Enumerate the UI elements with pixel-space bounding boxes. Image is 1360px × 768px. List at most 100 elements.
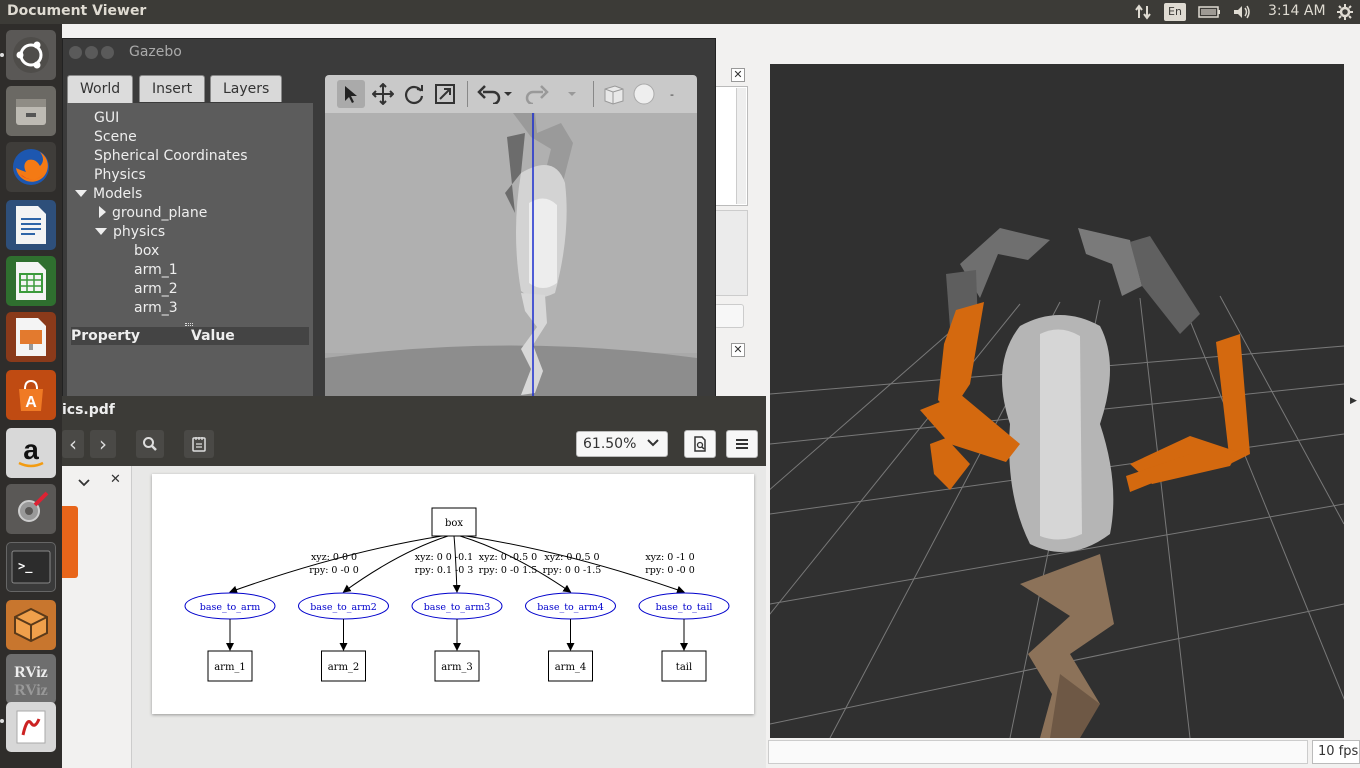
panel-button[interactable] bbox=[714, 304, 744, 328]
next-page-button[interactable]: › bbox=[90, 430, 116, 458]
document-title: ics.pdf bbox=[62, 402, 115, 418]
firefox-icon[interactable] bbox=[6, 142, 56, 192]
calc-icon[interactable] bbox=[6, 256, 56, 306]
joint-rpy-label: rpy: 0 -0 0 bbox=[645, 565, 695, 576]
rotate-icon[interactable] bbox=[400, 80, 428, 108]
battery-icon[interactable] bbox=[1198, 3, 1222, 25]
volume-icon[interactable] bbox=[1232, 3, 1252, 25]
page-view-icon[interactable] bbox=[684, 430, 716, 458]
menu-icon[interactable] bbox=[726, 430, 758, 458]
page-thumbnail[interactable] bbox=[62, 506, 78, 578]
gray-body bbox=[1002, 315, 1114, 552]
tree-item-arm-3[interactable]: arm_3 bbox=[134, 299, 178, 318]
graph-edge bbox=[465, 535, 685, 594]
tree-item-arm-1[interactable]: arm_1 bbox=[134, 261, 178, 280]
search-icon[interactable] bbox=[136, 430, 164, 458]
undo-dropdown-icon[interactable] bbox=[501, 80, 515, 108]
network-icon[interactable] bbox=[1134, 3, 1152, 25]
tree-item-ground-plane[interactable]: ground_plane bbox=[99, 204, 207, 223]
zoom-select[interactable]: 61.50% bbox=[576, 431, 668, 457]
joint-rpy-label: rpy: 0 -0 0 bbox=[309, 565, 359, 576]
sublime-box-icon[interactable] bbox=[6, 600, 56, 650]
toolbar-divider bbox=[593, 81, 594, 107]
document-viewer-window: ics.pdf ‹ › 61.50% ✕ box xyz: 0 0 0 rpy:… bbox=[62, 396, 766, 768]
translate-icon[interactable] bbox=[369, 80, 397, 108]
joint-node-label: base_to_arm4 bbox=[537, 602, 604, 613]
gazebo-titlebar[interactable]: Gazebo bbox=[63, 39, 715, 65]
redo-icon[interactable] bbox=[523, 80, 551, 108]
close-button[interactable] bbox=[69, 46, 82, 59]
chevron-down-icon[interactable] bbox=[78, 476, 90, 491]
minimize-button[interactable] bbox=[85, 46, 98, 59]
rviz-scene bbox=[770, 228, 1344, 738]
document-viewer-icon[interactable] bbox=[6, 702, 56, 752]
document-canvas[interactable]: box xyz: 0 0 0 rpy: 0 -0 0 base_to_arm arm_1… bbox=[132, 466, 766, 768]
expand-arrow-icon[interactable] bbox=[95, 228, 107, 235]
select-arrow-icon[interactable] bbox=[337, 80, 365, 108]
system-settings-icon[interactable] bbox=[6, 484, 56, 534]
launcher: A a >_ RViz RViz bbox=[0, 24, 62, 768]
joint-node-label: base_to_arm bbox=[200, 602, 261, 613]
sidebar: ✕ bbox=[62, 466, 132, 768]
tree-item-physics-model[interactable]: physics bbox=[95, 223, 165, 242]
redo-dropdown-icon[interactable] bbox=[565, 80, 579, 108]
gazebo-scene bbox=[325, 113, 697, 399]
tab-world[interactable]: World bbox=[67, 75, 134, 104]
property-column-header: Property bbox=[71, 328, 141, 344]
close-icon[interactable]: ✕ bbox=[731, 343, 745, 357]
expand-arrow-icon[interactable]: ▶ bbox=[1350, 396, 1357, 406]
tree-item-spherical-coordinates[interactable]: Spherical Coordinates bbox=[94, 147, 248, 166]
child-node-label: tail bbox=[676, 662, 692, 673]
ubuntu-dash-icon[interactable] bbox=[6, 30, 56, 80]
close-icon[interactable]: ✕ bbox=[110, 472, 121, 487]
tree-item-models[interactable]: Models bbox=[75, 185, 142, 204]
amazon-icon[interactable]: a bbox=[6, 428, 56, 478]
document-viewer-header: ics.pdf ‹ › 61.50% bbox=[62, 396, 766, 466]
impress-icon[interactable] bbox=[6, 312, 56, 362]
keyboard-layout-indicator[interactable]: En bbox=[1164, 3, 1186, 21]
property-panel bbox=[67, 347, 313, 399]
settings-gear-icon[interactable] bbox=[1336, 3, 1354, 25]
active-app-title: Document Viewer bbox=[7, 3, 147, 19]
property-header: Property Value bbox=[71, 327, 309, 345]
gazebo-3d-view[interactable] bbox=[325, 113, 697, 399]
tree-item-label: Models bbox=[93, 186, 143, 202]
tree-item-label: physics bbox=[113, 224, 166, 240]
child-node-label: arm_4 bbox=[555, 662, 587, 673]
tree-item-scene[interactable]: Scene bbox=[94, 128, 137, 147]
annotations-icon[interactable] bbox=[184, 430, 214, 458]
undo-icon[interactable] bbox=[475, 80, 503, 108]
files-icon[interactable] bbox=[6, 86, 56, 136]
tree-item-gui[interactable]: GUI bbox=[94, 109, 119, 128]
scrollbar[interactable] bbox=[736, 88, 746, 204]
tab-insert[interactable]: Insert bbox=[139, 75, 206, 102]
rviz-3d-view[interactable] bbox=[770, 64, 1344, 738]
joint-xyz-label: xyz: 0 0 -0.1 bbox=[415, 552, 473, 563]
more-icon[interactable]: - bbox=[665, 80, 679, 108]
tf-graph: box xyz: 0 0 0 rpy: 0 -0 0 base_to_arm arm_1… bbox=[184, 507, 730, 682]
sphere-shape-icon[interactable] bbox=[630, 80, 658, 108]
writer-icon[interactable] bbox=[6, 200, 56, 250]
maximize-button[interactable] bbox=[101, 46, 114, 59]
tree-item-physics[interactable]: Physics bbox=[94, 166, 146, 185]
joint-rpy-label: rpy: 0.1 -0 3 bbox=[415, 565, 474, 576]
scale-icon[interactable] bbox=[431, 80, 459, 108]
window-title: Gazebo bbox=[129, 44, 182, 60]
terminal-icon[interactable]: >_ bbox=[6, 542, 56, 592]
expand-arrow-icon[interactable] bbox=[75, 190, 87, 197]
joint-xyz-label: xyz: 0 -0.5 0 bbox=[479, 552, 537, 563]
tab-layers[interactable]: Layers bbox=[210, 75, 283, 102]
close-icon[interactable]: ✕ bbox=[731, 68, 745, 82]
svg-text:A: A bbox=[25, 394, 37, 411]
clock[interactable]: 3:14 AM bbox=[1268, 3, 1326, 19]
splitter-handle[interactable] bbox=[185, 323, 193, 326]
gazebo-window: Gazebo World Insert Layers GUI Scene Sph… bbox=[62, 38, 716, 399]
software-center-icon[interactable]: A bbox=[6, 370, 56, 420]
previous-page-button[interactable]: ‹ bbox=[62, 430, 84, 458]
launcher-pip bbox=[0, 719, 4, 723]
box-shape-icon[interactable] bbox=[600, 80, 628, 108]
tree-item-box[interactable]: box bbox=[134, 242, 159, 261]
tree-item-arm-2[interactable]: arm_2 bbox=[134, 280, 178, 299]
collapse-arrow-icon[interactable] bbox=[99, 206, 106, 218]
rviz-icon[interactable]: RViz RViz bbox=[6, 654, 56, 704]
